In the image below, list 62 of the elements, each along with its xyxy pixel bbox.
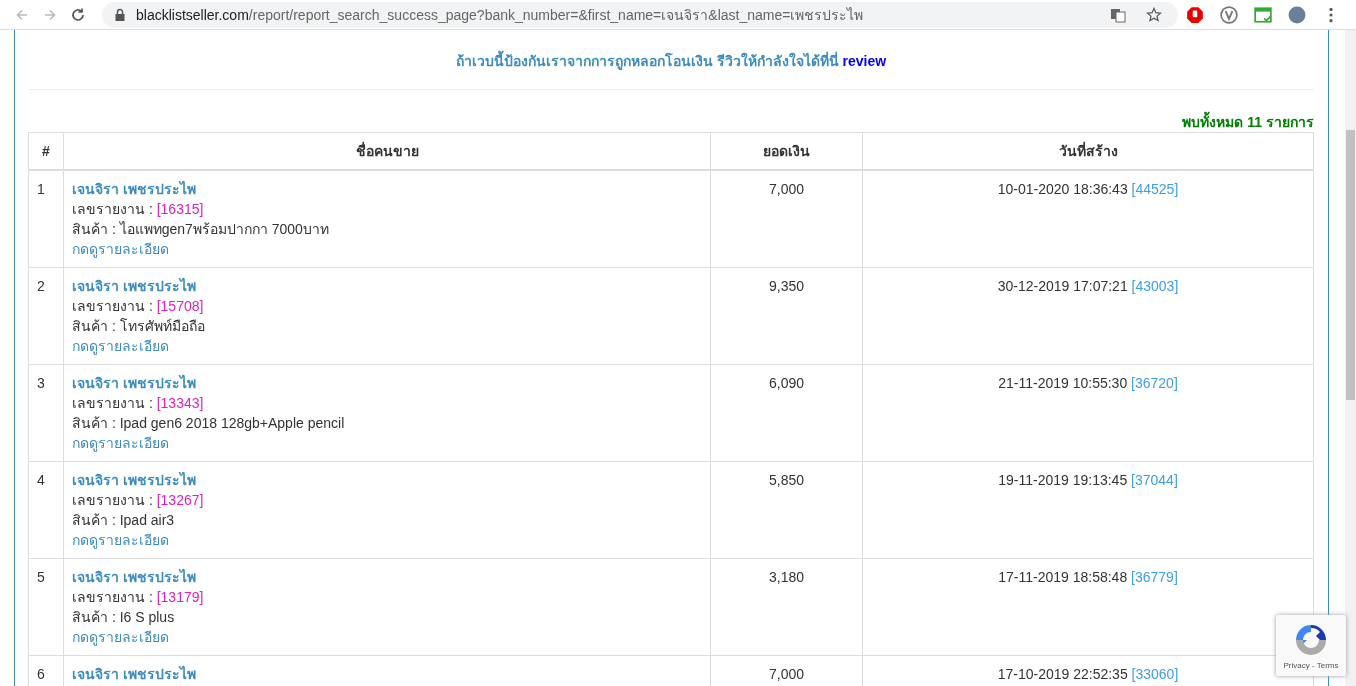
details-link[interactable]: กดดูรายละเอียด bbox=[72, 336, 169, 356]
created-date-text: 19-11-2019 19:13:45 [37044] bbox=[998, 472, 1178, 488]
review-link[interactable]: review bbox=[842, 53, 887, 69]
seller-name-link[interactable]: เจนจิรา เพชรประไพ bbox=[72, 664, 196, 684]
report-number-link[interactable]: [13179] bbox=[156, 589, 204, 605]
created-date-text: 10-01-2020 18:36:43 [44525] bbox=[997, 181, 1179, 197]
letter-v-icon[interactable] bbox=[1220, 5, 1238, 24]
amount-cell: 6,090 bbox=[710, 364, 863, 462]
seller-name-link[interactable]: เจนจิรา เพชรประไพ bbox=[72, 276, 196, 296]
amount-cell: 7,000 bbox=[710, 170, 863, 268]
column-header: # bbox=[28, 132, 64, 170]
details-link[interactable]: กดดูรายละเอียด bbox=[72, 627, 169, 647]
record-id-link[interactable]: [43003] bbox=[1131, 278, 1179, 294]
created-date-text: 17-10-2019 22:52:35 [33060] bbox=[997, 666, 1179, 682]
seller-name-link[interactable]: เจนจิรา เพชรประไพ bbox=[72, 179, 196, 199]
row-number-cell: 6 bbox=[28, 655, 64, 686]
row-number-cell: 1 bbox=[28, 170, 64, 268]
report-number-link[interactable]: [13343] bbox=[156, 395, 204, 411]
column-header: ยอดเงิน bbox=[710, 132, 863, 170]
avatar-icon[interactable] bbox=[1288, 5, 1306, 24]
report-number-link[interactable]: [13267] bbox=[156, 492, 204, 508]
created-date-text: 17-11-2019 18:58:48 [36779] bbox=[998, 569, 1178, 585]
record-id-link[interactable]: [36779] bbox=[1131, 569, 1178, 585]
created-date-text: 30-12-2019 17:07:21 [43003] bbox=[997, 278, 1179, 294]
amount-cell: 5,850 bbox=[710, 461, 863, 559]
product-text: สินค้า : โทรศัพท์มือถือ bbox=[72, 317, 205, 336]
details-link[interactable]: กดดูรายละเอียด bbox=[72, 239, 169, 259]
privacy-terms-text: Privacy - Terms bbox=[1283, 661, 1339, 670]
report-number-text: เลขรายงาน : [13267] bbox=[72, 491, 204, 510]
star-icon[interactable] bbox=[1146, 6, 1162, 23]
seller-name-link[interactable]: เจนจิรา เพชรประไพ bbox=[72, 470, 196, 490]
amount-cell: 3,180 bbox=[710, 558, 863, 656]
stop-sign-icon[interactable] bbox=[1186, 5, 1204, 24]
product-text: สินค้า : ไอแพทgen7พร้อมปากกา 7000บาท bbox=[72, 220, 329, 239]
address-bar[interactable]: blacklistseller.com/report/report_search_success_page?bank_number=&first_name=เจนจิรา&last_name=เพชรประไพ bbox=[102, 1, 1178, 28]
created-date-text: 21-11-2019 10:55:30 [36720] bbox=[998, 375, 1178, 391]
product-text: สินค้า : I6 S plus bbox=[72, 608, 175, 627]
amount-cell: 9,350 bbox=[710, 267, 863, 365]
row-number-cell: 4 bbox=[28, 461, 64, 559]
report-number-text: เลขรายงาน : [16315] bbox=[72, 200, 204, 219]
row-number-cell: 3 bbox=[28, 364, 64, 462]
product-text: สินค้า : Ipad air3 bbox=[72, 511, 175, 530]
details-link[interactable]: กดดูรายละเอียด bbox=[72, 433, 169, 453]
report-number-link[interactable]: [16315] bbox=[156, 201, 204, 217]
reload-icon[interactable] bbox=[70, 6, 86, 23]
product-text: สินค้า : Ipad gen6 2018 128gb+Apple pencil bbox=[72, 414, 345, 433]
column-header: วันที่สร้าง bbox=[862, 132, 1314, 170]
row-number-cell: 5 bbox=[28, 558, 64, 656]
web-window-icon[interactable] bbox=[1254, 5, 1272, 24]
record-id-link[interactable]: [37044] bbox=[1131, 472, 1178, 488]
column-header: ชื่อคนขาย bbox=[63, 132, 711, 170]
report-number-text: เลขรายงาน : [15708] bbox=[72, 297, 204, 316]
record-id-link[interactable]: [33060] bbox=[1131, 666, 1179, 682]
seller-name-link[interactable]: เจนจิรา เพชรประไพ bbox=[72, 373, 196, 393]
record-id-link[interactable]: [44525] bbox=[1131, 181, 1179, 197]
row-number-cell: 2 bbox=[28, 267, 64, 365]
report-number-text: เลขรายงาน : [13179] bbox=[72, 588, 204, 607]
seller-name-link[interactable]: เจนจิรา เพชรประไพ bbox=[72, 567, 196, 587]
details-link[interactable]: กดดูรายละเอียด bbox=[72, 530, 169, 550]
report-number-text: เลขรายงาน : [13343] bbox=[72, 394, 204, 413]
record-id-link[interactable]: [36720] bbox=[1131, 375, 1178, 391]
report-number-link[interactable]: [15708] bbox=[156, 298, 204, 314]
